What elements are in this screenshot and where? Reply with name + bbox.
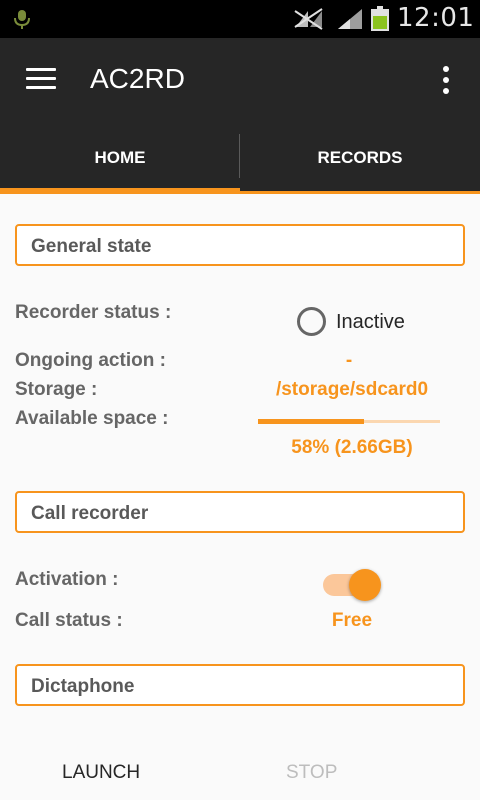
activation-label: Activation : (15, 569, 119, 590)
battery-icon (371, 6, 389, 31)
dictaphone-header: Dictaphone (31, 676, 135, 697)
storage-label: Storage : (15, 379, 98, 400)
recorder-status-label: Recorder status : (15, 302, 172, 323)
tab-underline (240, 191, 480, 194)
available-space-progress-fill (258, 419, 364, 424)
signal-icon (338, 9, 362, 29)
available-space-progress (258, 419, 440, 424)
call-recorder-section: Call recorder (15, 491, 465, 533)
call-recorder-header: Call recorder (31, 503, 149, 524)
mic-icon (14, 10, 30, 29)
recorder-status-value: Inactive (336, 311, 405, 333)
available-space-value: 58% (2.66GB) (291, 437, 413, 458)
dictaphone-section: Dictaphone (15, 664, 465, 706)
overflow-icon[interactable] (434, 66, 458, 96)
general-state-header: General state (31, 236, 152, 257)
app-title: AC2RD (90, 63, 185, 94)
activation-toggle-thumb[interactable] (349, 569, 381, 601)
tab-records[interactable]: RECORDS (240, 122, 480, 194)
tab-bar: HOME RECORDS (0, 122, 480, 194)
ongoing-action-label: Ongoing action : (15, 350, 166, 371)
app-bar: AC2RD (0, 38, 480, 122)
general-state-section: General state (15, 224, 465, 266)
menu-icon[interactable] (26, 68, 56, 90)
call-status-value: Free (331, 610, 373, 631)
stop-button[interactable]: STOP (286, 762, 337, 784)
ongoing-action-value: - (345, 350, 353, 371)
recorder-status-radio[interactable] (297, 307, 326, 336)
signal-muted-icon (294, 8, 323, 30)
call-status-label: Call status : (15, 610, 123, 631)
storage-value: /storage/sdcard0 (275, 379, 429, 400)
available-space-label: Available space : (15, 408, 169, 429)
tab-home[interactable]: HOME (0, 122, 240, 194)
status-clock: 12:01 (397, 3, 475, 33)
status-bar: 12:01 (0, 0, 480, 38)
tab-selected-indicator (0, 188, 240, 194)
launch-button[interactable]: LAUNCH (62, 762, 140, 784)
